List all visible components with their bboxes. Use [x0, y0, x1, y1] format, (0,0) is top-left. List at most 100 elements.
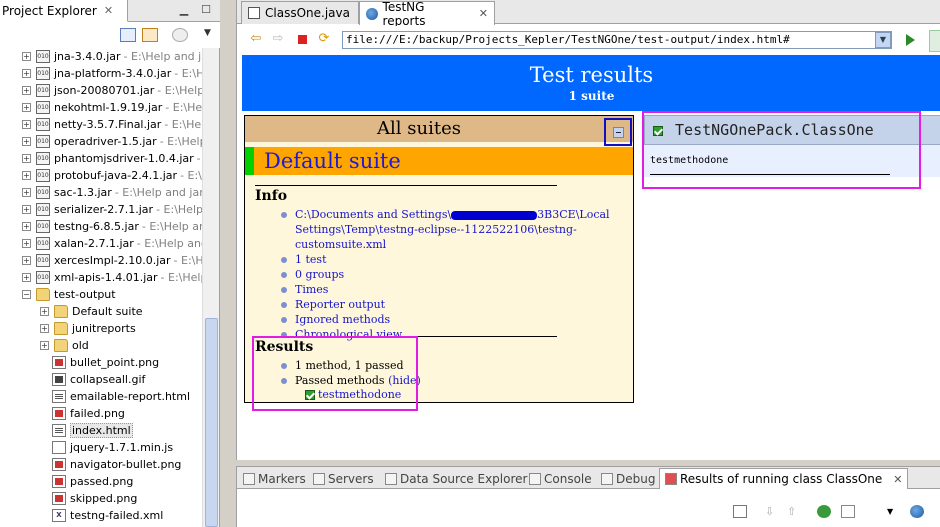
tree-item[interactable]: +010 jna-platform-3.4.0.jar- E:\Help: [22, 65, 202, 82]
next-failure-icon[interactable]: ⇩: [765, 505, 779, 518]
expand-toggle-icon[interactable]: +: [22, 205, 31, 214]
tree-item[interactable]: + old: [40, 337, 89, 354]
tree-item[interactable]: +010 json-20080701.jar- E:\Help a: [22, 82, 202, 99]
expand-toggle-icon[interactable]: +: [40, 307, 49, 316]
expand-toggle-icon[interactable]: +: [22, 239, 31, 248]
tree-item[interactable]: +010 netty-3.5.7.Final.jar- E:\Help: [22, 116, 202, 133]
maximize-icon[interactable]: ☐: [200, 4, 212, 16]
tab-results-of-running-class[interactable]: Results of running class ClassOne ✕: [659, 468, 909, 489]
browser-extra-button[interactable]: [929, 30, 940, 52]
suite-file-path-part2[interactable]: 3B3CE\Local: [537, 208, 609, 221]
tree-item[interactable]: navigator-bullet.png: [52, 456, 181, 473]
expand-toggle-icon[interactable]: +: [22, 137, 31, 146]
suite-file-path-part1[interactable]: C:\Documents and Settings\: [295, 208, 451, 221]
tree-item[interactable]: +010 operadriver-1.5.jar- E:\Help a: [22, 133, 202, 150]
back-arrow-icon[interactable]: ⇦: [249, 32, 263, 46]
close-icon[interactable]: ✕: [104, 4, 113, 17]
url-input[interactable]: file:///E:/backup/Projects_Kepler/TestNG…: [342, 31, 892, 49]
collapse-all-button[interactable]: [604, 118, 632, 146]
info-link-tests[interactable]: 1 test: [281, 252, 621, 267]
info-link-times[interactable]: Times: [281, 282, 621, 297]
explorer-scrollbar[interactable]: [202, 48, 219, 527]
tree-item[interactable]: +010 protobuf-java-2.4.1.jar- E:\He: [22, 167, 202, 184]
collapse-toggle-icon[interactable]: −: [22, 290, 31, 299]
info-link-reporter-output[interactable]: Reporter output: [281, 297, 621, 312]
tree-item[interactable]: passed.png: [52, 473, 133, 490]
chevron-down-icon[interactable]: ▼: [875, 32, 891, 48]
expand-toggle-icon[interactable]: +: [22, 86, 31, 95]
go-icon[interactable]: [903, 33, 917, 47]
tree-item[interactable]: collapseall.gif: [52, 371, 145, 388]
tab-debug[interactable]: Debug: [601, 470, 655, 488]
expand-toggle-icon[interactable]: +: [22, 222, 31, 231]
tree-item[interactable]: − test-output: [22, 286, 116, 303]
tree-item[interactable]: failed.png: [52, 405, 125, 422]
link-text[interactable]: Reporter output: [295, 298, 385, 311]
close-icon[interactable]: ✕: [479, 7, 488, 20]
tree-item[interactable]: Xtestng-failed.xml: [52, 507, 163, 524]
suite-file-link[interactable]: C:\Documents and Settings\ 3B3CE\Local Set…: [281, 207, 621, 252]
link-text[interactable]: Ignored methods: [295, 313, 390, 326]
scrollbar-thumb[interactable]: [205, 318, 218, 527]
tab-label: Servers: [328, 472, 374, 486]
tree-item[interactable]: +010 jna-3.4.0.jar- E:\Help and jar: [22, 48, 202, 65]
suite-file-path-line2[interactable]: Settings\Temp\testng-eclipse--1122522106…: [295, 223, 577, 251]
tab-console[interactable]: Console: [529, 470, 592, 488]
globe-icon[interactable]: [910, 505, 924, 518]
tab-data-source-explorer[interactable]: Data Source Explorer: [385, 470, 527, 488]
tree-item[interactable]: +010 testng-6.8.5.jar- E:\Help and: [22, 218, 202, 235]
expand-toggle-icon[interactable]: +: [22, 69, 31, 78]
expand-toggle-icon[interactable]: +: [22, 256, 31, 265]
minimize-icon[interactable]: ▁: [178, 4, 190, 16]
forward-arrow-icon[interactable]: ⇨: [271, 32, 285, 46]
project-explorer-tab[interactable]: Project Explorer ✕: [0, 0, 128, 22]
tree-item[interactable]: +010 serializer-2.7.1.jar- E:\Help a: [22, 201, 202, 218]
tree-item[interactable]: +010 xml-apis-1.4.01.jar- E:\Help a: [22, 269, 202, 286]
tree-item[interactable]: + Default suite: [40, 303, 143, 320]
expand-toggle-icon[interactable]: +: [22, 52, 31, 61]
tree-item[interactable]: jquery-1.7.1.min.js: [52, 439, 173, 456]
expand-toggle-icon[interactable]: +: [40, 341, 49, 350]
tree-item[interactable]: skipped.png: [52, 490, 137, 507]
tab-servers[interactable]: Servers: [313, 470, 374, 488]
tree-item[interactable]: +010 xalan-2.7.1.jar- E:\Help and j: [22, 235, 202, 252]
tree-item[interactable]: index.html: [52, 422, 133, 439]
view-menu-icon[interactable]: ▼: [204, 28, 211, 38]
tree-item[interactable]: +010 sac-1.3.jar- E:\Help and jar fi: [22, 184, 202, 201]
tree-item[interactable]: +010phantomjsdriver-1.0.4.jar- E: [22, 150, 202, 167]
filter-icon[interactable]: [172, 28, 188, 42]
tree-item[interactable]: + junitreports: [40, 320, 136, 337]
tree-item[interactable]: bullet_point.png: [52, 354, 159, 371]
tab-classone-java[interactable]: ClassOne.java: [241, 1, 359, 24]
link-text[interactable]: 1 test: [295, 253, 327, 266]
tree-item-path: - E:\Help and: [141, 220, 202, 233]
tree-item[interactable]: emailable-report.html: [52, 388, 190, 405]
rerun-failed-icon[interactable]: [841, 505, 855, 518]
expand-toggle-icon[interactable]: +: [22, 154, 31, 163]
tree-item[interactable]: +010 nekohtml-1.9.19.jar- E:\Help: [22, 99, 202, 116]
expand-toggle-icon[interactable]: +: [22, 188, 31, 197]
rerun-icon[interactable]: [817, 505, 831, 518]
expand-toggle-icon[interactable]: +: [40, 324, 49, 333]
previous-failure-icon[interactable]: ⇧: [787, 505, 801, 518]
link-text[interactable]: Times: [295, 283, 328, 296]
link-text[interactable]: 0 groups: [295, 268, 344, 281]
toolbar-icon[interactable]: [733, 505, 747, 518]
default-suite-header[interactable]: Default suite: [245, 147, 633, 175]
refresh-icon[interactable]: ⟳: [317, 32, 331, 46]
info-link-ignored-methods[interactable]: Ignored methods: [281, 312, 621, 327]
info-link-groups[interactable]: 0 groups: [281, 267, 621, 282]
tab-testng-reports[interactable]: TestNG reports ✕: [359, 0, 495, 28]
expand-toggle-icon[interactable]: +: [22, 120, 31, 129]
collapse-all-icon[interactable]: [120, 28, 136, 42]
expand-toggle-icon[interactable]: +: [22, 273, 31, 282]
stop-icon[interactable]: [295, 32, 309, 46]
tab-markers[interactable]: Markers: [243, 470, 306, 488]
expand-toggle-icon[interactable]: +: [22, 103, 31, 112]
expand-toggle-icon[interactable]: +: [22, 171, 31, 180]
view-menu-icon[interactable]: ▼: [887, 507, 893, 516]
link-with-editor-icon[interactable]: [142, 28, 158, 42]
close-icon[interactable]: ✕: [893, 473, 902, 486]
tree-item[interactable]: +010 xercesImpl-2.10.0.jar- E:\Help: [22, 252, 202, 269]
results-highlight-box: [252, 336, 418, 411]
